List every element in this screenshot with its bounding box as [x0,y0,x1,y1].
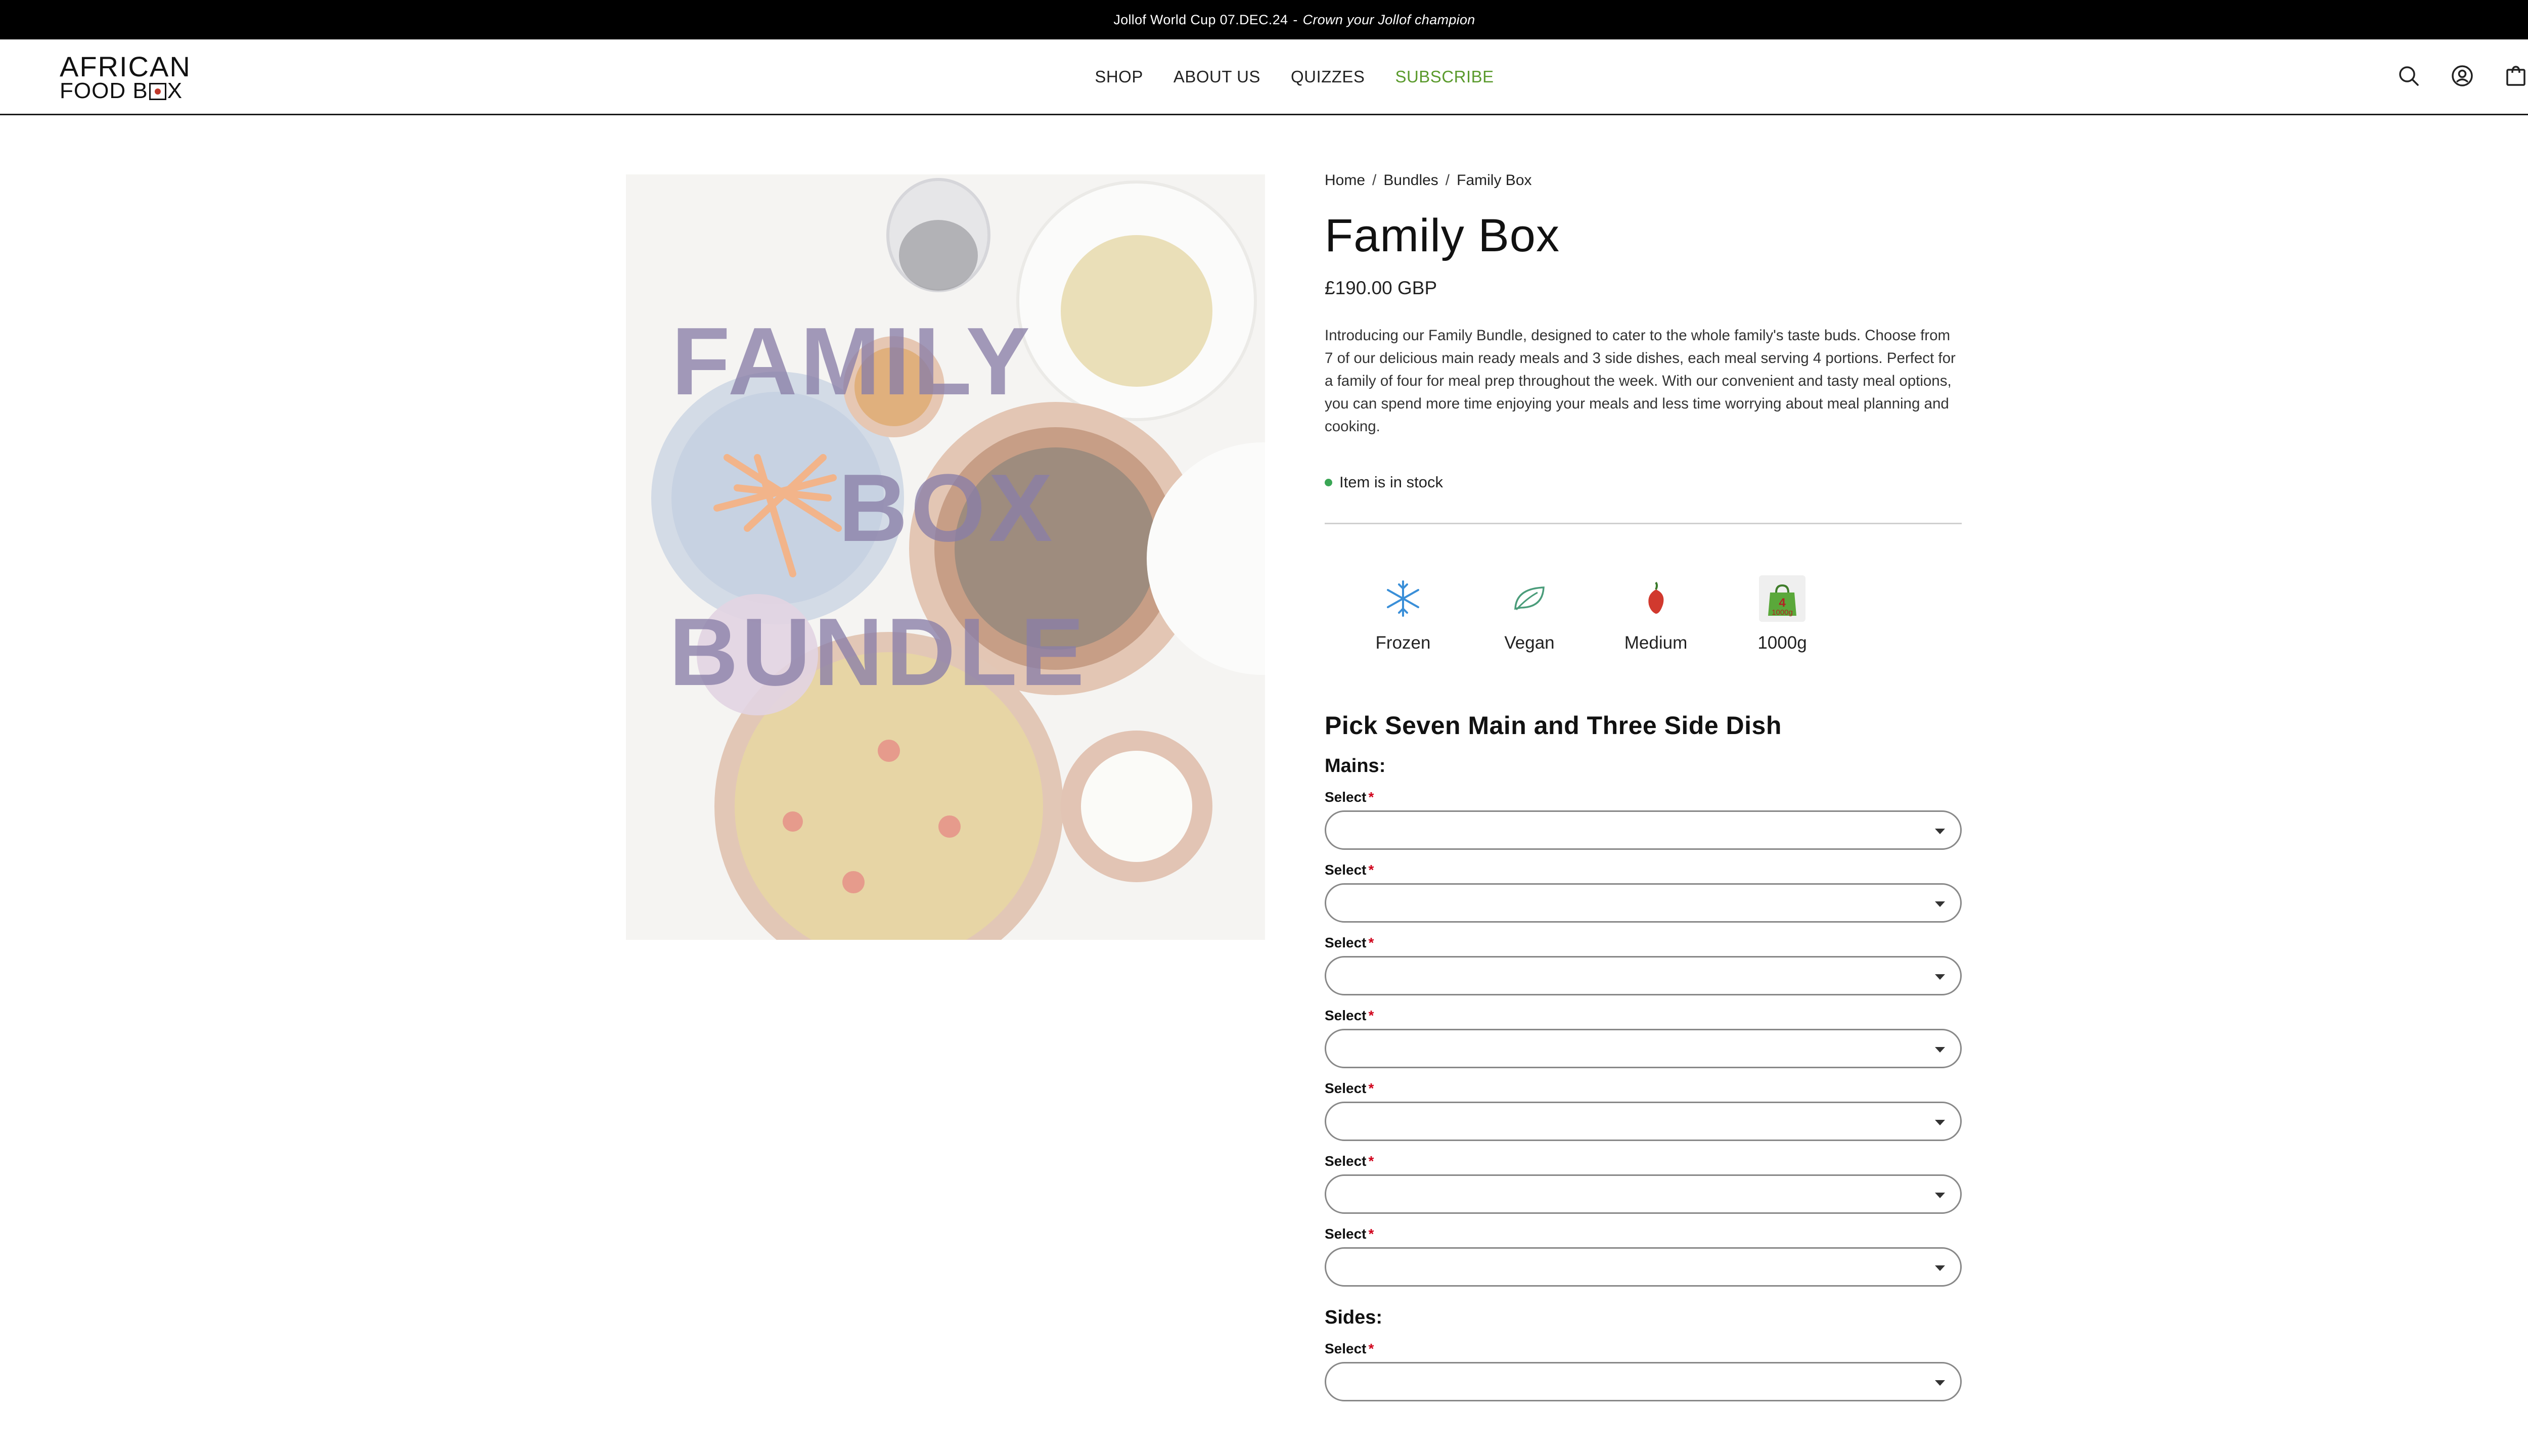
main-dropdown-5[interactable] [1325,1102,1962,1141]
select-label: Select [1325,1080,1367,1096]
chevron-down-icon [1935,974,1945,980]
announcement-bar: Jollof World Cup 07.DEC.24 - Crown your … [0,0,2528,39]
main-select-1: Select * [1325,789,1962,850]
select-label: Select [1325,789,1367,805]
divider [1325,523,1962,524]
chevron-down-icon [1935,1193,1945,1198]
select-label: Select [1325,1153,1367,1169]
required-mark: * [1368,862,1374,878]
feature-vegan: Vegan [1466,572,1593,653]
product-title: Family Box [1325,210,1560,261]
feature-badges: Frozen Vegan Medium 4 1000g 1000g [1325,572,1962,653]
select-label: Select [1325,1226,1367,1242]
breadcrumb: Home / Bundles / Family Box [1325,172,1962,189]
select-label: Select [1325,1341,1367,1356]
product-price: £190.00 GBP [1325,278,1437,298]
header-actions [2397,64,2528,88]
weight-badge-top: 4 [1779,596,1786,610]
nav-subscribe[interactable]: SUBSCRIBE [1395,67,1494,86]
snowflake-icon [1387,580,1419,617]
main-dropdown-3[interactable] [1325,956,1962,995]
chili-pepper-icon [1648,581,1664,614]
chevron-down-icon [1935,1047,1945,1053]
select-label: Select [1325,935,1367,950]
feature-label-medium: Medium [1624,633,1688,653]
cart-bag-icon[interactable] [2504,64,2528,88]
main-dropdown-6[interactable] [1325,1174,1962,1214]
stock-dot [1325,478,1332,486]
feature-medium: Medium [1593,572,1719,653]
breadcrumb-separator: / [1445,172,1450,189]
main-select-4: Select * [1325,1008,1962,1068]
overlay-line-1: FAMILY [671,308,1033,415]
side-dropdown-1[interactable] [1325,1362,1962,1401]
feature-label-frozen: Frozen [1375,633,1431,653]
announcement-separator: - [1293,12,1298,27]
select-label: Select [1325,862,1367,878]
chevron-down-icon [1935,1380,1945,1386]
product-description: Introducing our Family Bundle, designed … [1325,327,1956,435]
nav-quizzes[interactable]: QUIZZES [1291,67,1365,86]
breadcrumb-bundles[interactable]: Bundles [1383,172,1438,189]
weight-bag-icon: 4 1000g [1759,575,1805,622]
main-nav: SHOP ABOUT US QUIZZES SUBSCRIBE [0,39,2528,114]
side-select-1: Select * [1325,1341,1962,1401]
search-icon[interactable] [2397,64,2421,88]
chevron-down-icon [1935,901,1945,907]
feature-label-weight: 1000g [1757,633,1807,653]
announcement-tagline: Crown your Jollof champion [1302,12,1475,27]
required-mark: * [1368,789,1374,805]
main-select-5: Select * [1325,1080,1962,1141]
stock-text: Item is in stock [1339,473,1443,491]
feature-weight: 4 1000g 1000g [1719,572,1845,653]
main-select-6: Select * [1325,1153,1962,1214]
nav-about-us[interactable]: ABOUT US [1173,67,1260,86]
main-dropdown-1[interactable] [1325,810,1962,850]
overlay-line-3: BUNDLE [669,599,1088,706]
account-icon[interactable] [2450,64,2474,88]
breadcrumb-current: Family Box [1457,172,1532,189]
picker-title: Pick Seven Main and Three Side Dish [1325,711,1782,740]
required-mark: * [1368,1008,1374,1023]
stock-status: Item is in stock [1325,473,1962,491]
site-header: AFRICAN FOOD BX SHOP ABOUT US QUIZZES SU… [0,39,2528,115]
main-dropdown-7[interactable] [1325,1247,1962,1287]
leaf-icon [1514,586,1545,611]
weight-badge-bottom: 1000g [1772,608,1793,617]
feature-frozen: Frozen [1340,572,1466,653]
product-info: Home / Bundles / Family Box Family Box £… [1325,172,1962,1401]
breadcrumb-home[interactable]: Home [1325,172,1365,189]
nav-shop[interactable]: SHOP [1095,67,1143,86]
required-mark: * [1368,1153,1374,1169]
chevron-down-icon [1935,1120,1945,1125]
main-select-7: Select * [1325,1226,1962,1287]
main-select-2: Select * [1325,862,1962,923]
announcement-event: Jollof World Cup 07.DEC.24 [1113,12,1288,27]
product-image[interactable]: FAMILY BOX BUNDLE [626,174,1265,940]
overlay-line-2: BOX [838,454,1056,562]
mains-title: Mains: [1325,755,1386,777]
chevron-down-icon [1935,1265,1945,1271]
main-dropdown-4[interactable] [1325,1029,1962,1068]
main-dropdown-2[interactable] [1325,883,1962,923]
select-label: Select [1325,1008,1367,1023]
required-mark: * [1368,1080,1374,1096]
required-mark: * [1368,1226,1374,1242]
breadcrumb-separator: / [1372,172,1377,189]
main-select-3: Select * [1325,935,1962,995]
feature-label-vegan: Vegan [1504,633,1555,653]
chevron-down-icon [1935,829,1945,834]
required-mark: * [1368,1341,1374,1356]
required-mark: * [1368,935,1374,950]
sides-title: Sides: [1325,1307,1383,1328]
